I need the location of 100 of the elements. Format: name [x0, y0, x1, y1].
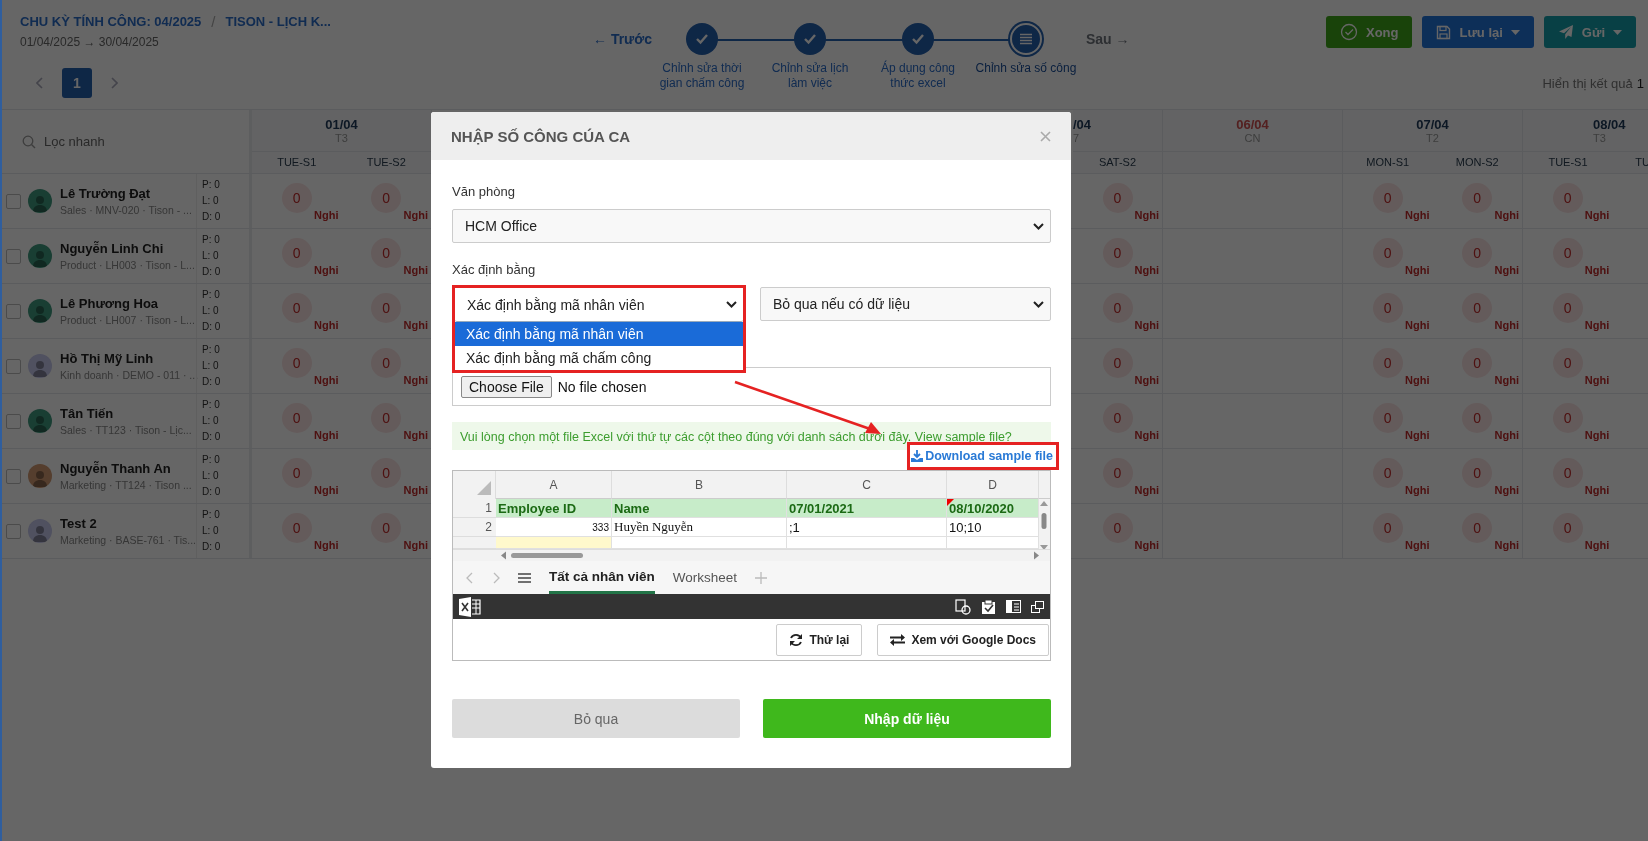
- chevron-left-icon[interactable]: [36, 77, 44, 89]
- active-cell[interactable]: [496, 537, 612, 549]
- list-step-icon[interactable]: [1010, 23, 1042, 55]
- check-step-icon[interactable]: [794, 23, 826, 55]
- retry-button[interactable]: Thử lại: [776, 623, 863, 656]
- shift-value[interactable]: 0: [1102, 403, 1133, 433]
- shift-value[interactable]: 0: [1552, 513, 1583, 543]
- copy-refresh-icon[interactable]: [955, 598, 971, 615]
- checkbox[interactable]: [6, 468, 21, 484]
- shift-value[interactable]: 0: [1552, 293, 1583, 323]
- shift-value[interactable]: 0: [1462, 513, 1493, 543]
- shift-value[interactable]: 0: [1102, 238, 1133, 268]
- shift-value[interactable]: 0: [281, 513, 312, 543]
- shift-value[interactable]: 0: [1372, 458, 1403, 488]
- shift-value[interactable]: 0: [281, 458, 312, 488]
- shift-value[interactable]: 0: [1372, 293, 1403, 323]
- employee-name[interactable]: Lê Phương Hoa: [60, 296, 196, 311]
- shift-value[interactable]: 0: [1462, 183, 1493, 213]
- shift-value[interactable]: 0: [281, 348, 312, 378]
- conflict-select[interactable]: Bỏ qua nếu có dữ liệu: [760, 287, 1051, 321]
- vertical-scrollbar[interactable]: [1039, 499, 1050, 549]
- check-step-icon[interactable]: [902, 23, 934, 55]
- shift-value[interactable]: 0: [1102, 293, 1133, 323]
- chevron-right-icon[interactable]: [492, 571, 500, 584]
- step-label[interactable]: Chỉnh sửa thời gian chấm công: [653, 61, 751, 91]
- download-link[interactable]: Download sample file: [911, 449, 1053, 463]
- shift-value[interactable]: 0: [1372, 348, 1403, 378]
- chevron-right-icon[interactable]: [110, 77, 118, 89]
- employee-name[interactable]: Nguyễn Thanh An: [60, 461, 196, 476]
- shift-value[interactable]: 0: [1552, 403, 1583, 433]
- horizontal-scrollbar[interactable]: [453, 549, 1050, 561]
- shift-value[interactable]: 0: [371, 293, 402, 323]
- sheet-tab[interactable]: Worksheet: [672, 561, 738, 594]
- shift-value[interactable]: 0: [1462, 458, 1493, 488]
- page-button[interactable]: 1: [62, 68, 92, 98]
- checkbox[interactable]: [6, 303, 21, 319]
- add-sheet-icon[interactable]: [755, 571, 768, 584]
- save-button[interactable]: Lưu lại: [1422, 16, 1534, 48]
- breadcrumb-link[interactable]: TISON - LỊCH K...: [225, 14, 331, 29]
- checkbox[interactable]: [6, 413, 21, 429]
- done-button[interactable]: Xong: [1326, 16, 1413, 48]
- cancel-button[interactable]: Bỏ qua: [452, 699, 740, 738]
- dropdown-option[interactable]: Xác định bằng mã nhân viên: [455, 322, 743, 346]
- breadcrumb-link[interactable]: CHU KỲ TÍNH CÔNG: 04/2025: [20, 14, 202, 29]
- shift-value[interactable]: 0: [1102, 348, 1133, 378]
- step-label[interactable]: Chỉnh sửa số công: [964, 61, 1088, 76]
- menu-icon[interactable]: [518, 572, 531, 583]
- employee-name[interactable]: Nguyễn Linh Chi: [60, 241, 196, 256]
- shift-value[interactable]: 0: [1462, 293, 1493, 323]
- shift-header: TUE-S1: [276, 155, 318, 170]
- refresh-icon: [789, 632, 804, 647]
- shift-value[interactable]: 0: [371, 238, 402, 268]
- employee-name[interactable]: Lê Trường Đạt: [60, 186, 196, 201]
- check-step-icon[interactable]: [686, 23, 718, 55]
- shift-value[interactable]: 0: [1552, 183, 1583, 213]
- chevron-left-icon[interactable]: [466, 571, 474, 584]
- office-select[interactable]: HCM Office: [452, 209, 1051, 243]
- shift-value[interactable]: 0: [371, 348, 402, 378]
- previous-link[interactable]: ← Trước: [593, 31, 652, 47]
- step-label[interactable]: Chỉnh sửa lịch làm việc: [761, 61, 859, 91]
- shift-value[interactable]: 0: [371, 513, 402, 543]
- employee-name[interactable]: Tân Tiến: [60, 406, 196, 421]
- shift-value[interactable]: 0: [371, 183, 402, 213]
- employee-name[interactable]: Test 2: [60, 516, 196, 531]
- shift-value[interactable]: 0: [281, 293, 312, 323]
- corner-triangle-icon[interactable]: [477, 481, 491, 495]
- checkbox[interactable]: [6, 523, 21, 539]
- employee-name[interactable]: Hồ Thị Mỹ Linh: [60, 351, 196, 366]
- shift-value[interactable]: 0: [1552, 348, 1583, 378]
- checkbox[interactable]: [6, 358, 21, 374]
- choose-file-button[interactable]: Choose File: [461, 375, 552, 398]
- shift-value[interactable]: 0: [1372, 513, 1403, 543]
- close-icon[interactable]: [1040, 130, 1051, 142]
- clipboard-check-icon[interactable]: [981, 598, 996, 615]
- shift-value[interactable]: 0: [281, 403, 312, 433]
- checkbox[interactable]: [6, 193, 21, 209]
- shift-value[interactable]: 0: [1462, 238, 1493, 268]
- google-docs-button[interactable]: Xem với Google Docs: [877, 623, 1049, 656]
- shift-value[interactable]: 0: [1102, 513, 1133, 543]
- shift-value[interactable]: 0: [281, 183, 312, 213]
- shift-value[interactable]: 0: [1372, 183, 1403, 213]
- shift-status: Nghi: [1405, 429, 1430, 441]
- shift-value[interactable]: 0: [281, 238, 312, 268]
- import-button[interactable]: Nhập dữ liệu: [763, 699, 1051, 738]
- shift-value[interactable]: 0: [1372, 403, 1403, 433]
- dropdown-option[interactable]: Xác định bằng mã chấm công: [455, 346, 743, 370]
- shift-value[interactable]: 0: [1552, 238, 1583, 268]
- checkbox[interactable]: [6, 248, 21, 264]
- shift-value[interactable]: 0: [1102, 183, 1133, 213]
- shift-value[interactable]: 0: [1462, 348, 1493, 378]
- panel-icon[interactable]: [1006, 600, 1021, 613]
- send-button[interactable]: Gửi: [1543, 16, 1636, 48]
- shift-value[interactable]: 0: [371, 458, 402, 488]
- shift-value[interactable]: 0: [1552, 458, 1583, 488]
- shift-value[interactable]: 0: [1102, 458, 1133, 488]
- popout-icon[interactable]: [1031, 600, 1044, 613]
- step-label[interactable]: Áp dụng công thức excel: [869, 61, 967, 91]
- shift-value[interactable]: 0: [1372, 238, 1403, 268]
- shift-value[interactable]: 0: [371, 403, 402, 433]
- shift-value[interactable]: 0: [1462, 403, 1493, 433]
